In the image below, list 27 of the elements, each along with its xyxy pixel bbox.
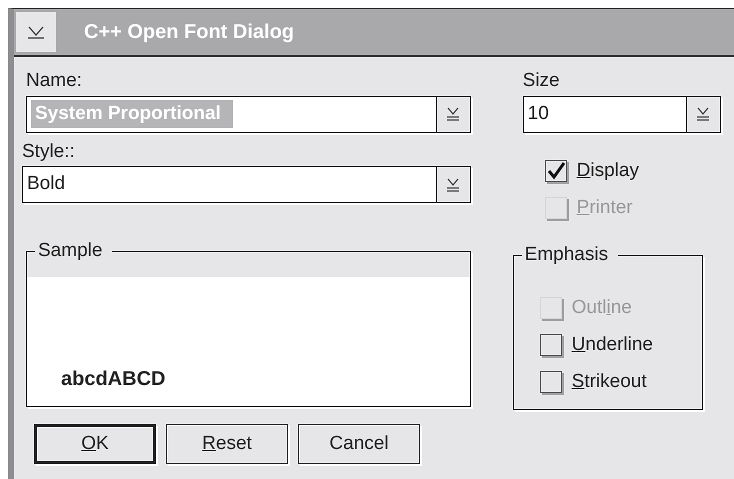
sample-text: abcdABCD — [61, 367, 166, 392]
dropdown-icon — [445, 106, 462, 122]
dropdown-icon — [445, 176, 462, 192]
name-value: System Proportional — [31, 100, 233, 128]
style-label: Style:: — [22, 140, 75, 162]
name-label: Name: — [26, 70, 82, 92]
style-combobox[interactable]: Bold — [22, 166, 471, 203]
dropdown-button[interactable] — [436, 96, 470, 132]
dropdown-button[interactable] — [686, 96, 720, 132]
size-label: Size — [522, 70, 560, 92]
dialog-button[interactable]: Cancel — [298, 424, 420, 464]
size-value: 10 — [528, 102, 549, 124]
window-title: C++ Open Font Dialog — [84, 20, 294, 45]
device-checkbox[interactable]: Display — [544, 152, 639, 190]
checkbox[interactable] — [544, 160, 567, 182]
dropdown-button[interactable] — [436, 167, 470, 202]
dropdown-icon — [26, 24, 46, 40]
menu-button[interactable] — [16, 12, 56, 52]
dialog-button[interactable]: Reset — [166, 424, 288, 464]
emphasis-checkbox[interactable]: Underline — [540, 326, 653, 364]
style-value: Bold — [27, 173, 66, 194]
size-combobox[interactable]: 10 — [522, 96, 721, 132]
checkbox[interactable] — [540, 334, 562, 356]
dialog-button[interactable]: OK — [34, 424, 156, 464]
emphasis-checkbox[interactable]: Strikeout — [540, 364, 647, 400]
dropdown-icon — [695, 106, 712, 122]
checkbox[interactable] — [540, 371, 562, 393]
